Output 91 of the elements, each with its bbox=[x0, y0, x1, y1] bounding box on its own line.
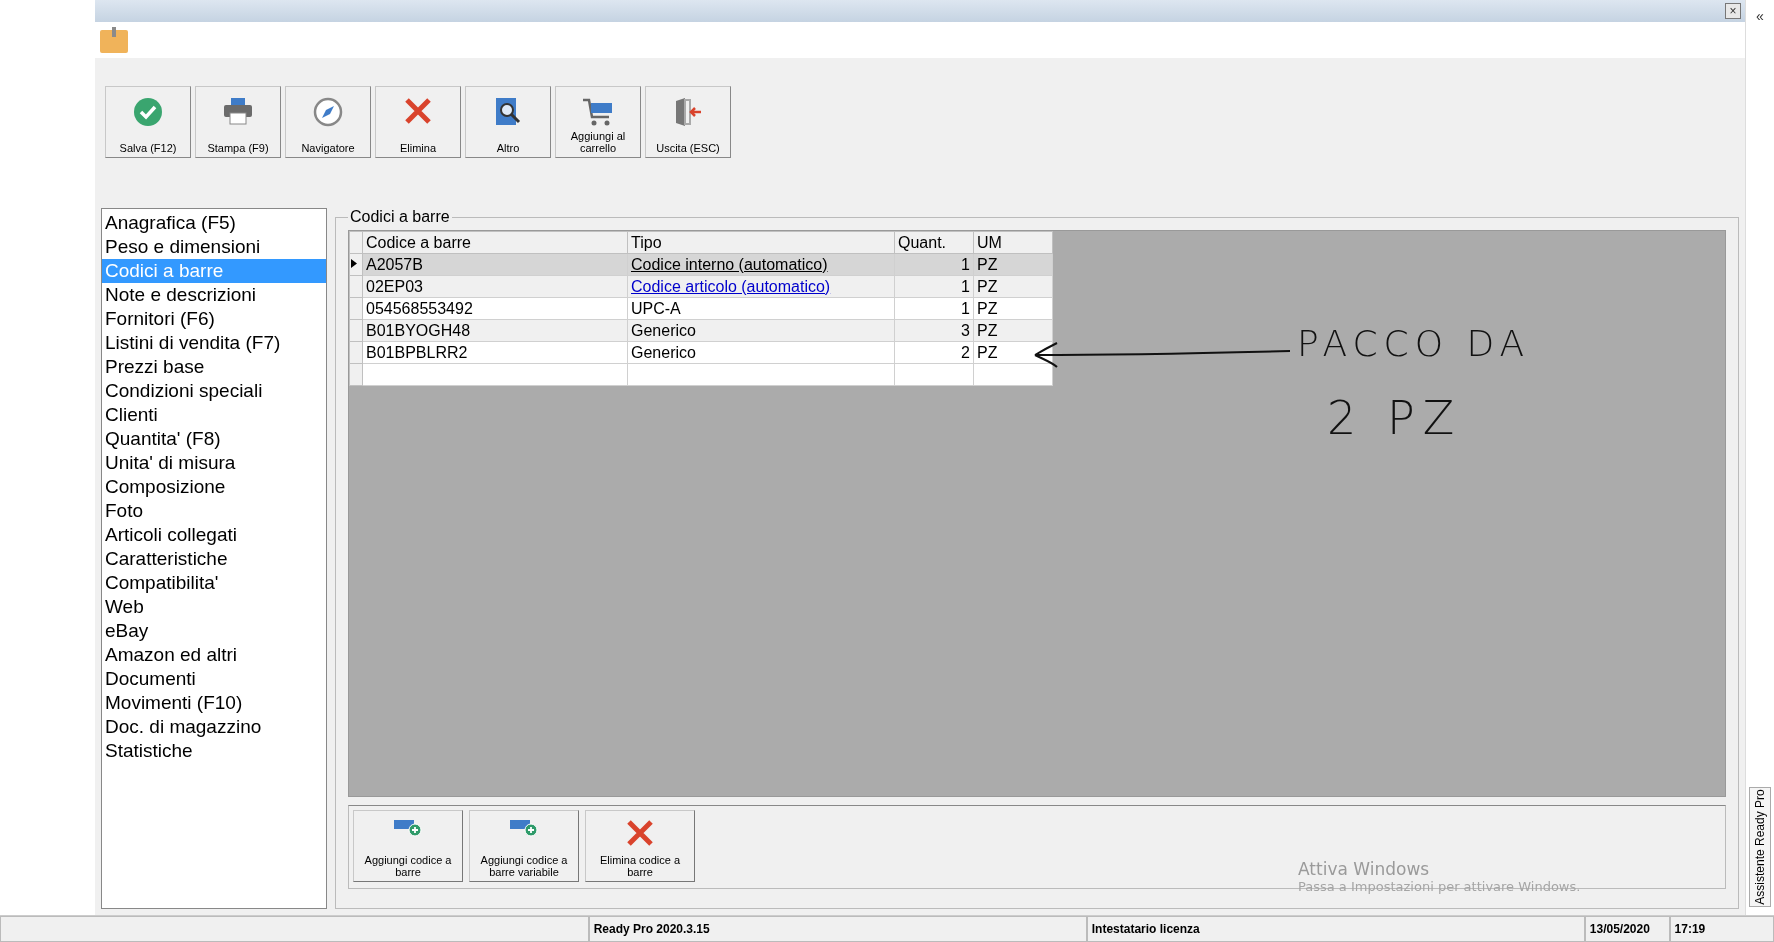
toolbar-button[interactable]: Altro bbox=[465, 86, 551, 158]
table-cell: Codice interno (automatico) bbox=[627, 253, 895, 276]
box-icon bbox=[99, 26, 129, 54]
section-item[interactable]: Caratteristiche bbox=[102, 547, 326, 571]
section-item[interactable]: Clienti bbox=[102, 403, 326, 427]
section-item[interactable]: Web bbox=[102, 595, 326, 619]
section-item[interactable]: Prezzi base bbox=[102, 355, 326, 379]
table-cell: 1 bbox=[894, 297, 974, 320]
table-cell: B01BYOGH48 bbox=[362, 319, 628, 342]
book-search-icon bbox=[494, 97, 522, 127]
handwritten-note: 2 PZ bbox=[1327, 391, 1463, 445]
toolbar-button[interactable]: Salva (F12) bbox=[105, 86, 191, 158]
table-cell: B01BPBLRR2 bbox=[362, 341, 628, 364]
table-cell: PZ bbox=[973, 319, 1053, 342]
table-cell: A2057B bbox=[362, 253, 628, 276]
toolbar-button[interactable]: Navigatore bbox=[285, 86, 371, 158]
section-item[interactable]: Doc. di magazzino bbox=[102, 715, 326, 739]
section-item[interactable]: Amazon ed altri bbox=[102, 643, 326, 667]
toolbar-button[interactable]: Stampa (F9) bbox=[195, 86, 281, 158]
action-button[interactable]: Elimina codice a barre bbox=[585, 810, 695, 882]
section-item[interactable]: Composizione bbox=[102, 475, 326, 499]
collapse-button[interactable]: « bbox=[1756, 0, 1764, 24]
assistant-tab[interactable]: Assistente Ready Pro bbox=[1749, 787, 1771, 907]
section-item[interactable]: Articoli collegati bbox=[102, 523, 326, 547]
row-header bbox=[349, 231, 363, 254]
activation-title: Attiva Windows bbox=[1298, 859, 1430, 879]
current-row-icon bbox=[351, 259, 357, 268]
section-item[interactable]: Anagrafica (F5) bbox=[102, 211, 326, 235]
column-header[interactable]: Codice a barre bbox=[362, 231, 628, 254]
table-cell: Generico bbox=[627, 319, 895, 342]
exit-door-icon bbox=[673, 97, 703, 127]
section-item[interactable]: eBay bbox=[102, 619, 326, 643]
table-row[interactable]: 02EP03 Codice articolo (automatico) 1 PZ bbox=[349, 275, 1053, 298]
toolbar-button[interactable]: Aggiungi al carrello bbox=[555, 86, 641, 158]
table-cell: UPC-A bbox=[627, 297, 895, 320]
activation-text: Passa a Impostazioni per attivare Windows. bbox=[1298, 879, 1581, 894]
toolbar-button[interactable]: Uscita (ESC) bbox=[645, 86, 731, 158]
compass-icon bbox=[313, 97, 343, 127]
table-cell: 3 bbox=[894, 319, 974, 342]
handwritten-note: PACCO DA bbox=[1297, 323, 1531, 364]
status-text: 17:19 bbox=[1669, 916, 1774, 942]
row-header bbox=[349, 275, 363, 298]
status-text: 13/05/2020 bbox=[1584, 916, 1670, 942]
status-text: Ready Pro 2020.3.15 bbox=[588, 916, 1087, 942]
section-item[interactable]: Documenti bbox=[102, 667, 326, 691]
table-cell: PZ bbox=[973, 253, 1053, 276]
section-item[interactable]: Fornitori (F6) bbox=[102, 307, 326, 331]
action-button[interactable]: Aggiungi codice a barre variabile bbox=[469, 810, 579, 882]
cross-icon bbox=[404, 97, 432, 125]
section-item[interactable]: Condizioni speciali bbox=[102, 379, 326, 403]
toolbar-button[interactable]: Elimina bbox=[375, 86, 461, 158]
table-cell: PZ bbox=[973, 341, 1053, 364]
section-item[interactable]: Movimenti (F10) bbox=[102, 691, 326, 715]
table-cell: 1 bbox=[894, 253, 974, 276]
section-item[interactable]: Unita' di misura bbox=[102, 451, 326, 475]
cross-icon bbox=[626, 819, 654, 847]
table-row[interactable]: B01BPBLRR2 Generico 2 PZ bbox=[349, 341, 1053, 364]
column-header[interactable]: UM bbox=[973, 231, 1053, 254]
table-cell: 02EP03 bbox=[362, 275, 628, 298]
row-header bbox=[349, 319, 363, 342]
table-cell: 1 bbox=[894, 275, 974, 298]
add-barcode-icon bbox=[509, 819, 539, 837]
table-row[interactable]: 054568553492 UPC-A 1 PZ bbox=[349, 297, 1053, 320]
status-text: Intestatario licenza bbox=[1086, 916, 1585, 942]
cart-icon bbox=[582, 97, 614, 127]
add-barcode-icon bbox=[393, 819, 423, 837]
table-cell: PZ bbox=[973, 297, 1053, 320]
section-item[interactable]: Note e descrizioni bbox=[102, 283, 326, 307]
table-cell: PZ bbox=[973, 275, 1053, 298]
column-header[interactable]: Tipo bbox=[627, 231, 895, 254]
close-button[interactable]: × bbox=[1725, 3, 1741, 19]
section-item[interactable]: Foto bbox=[102, 499, 326, 523]
table-cell: 2 bbox=[894, 341, 974, 364]
table-row[interactable]: B01BYOGH48 Generico 3 PZ bbox=[349, 319, 1053, 342]
section-item[interactable]: Compatibilita' bbox=[102, 571, 326, 595]
action-button[interactable]: Aggiungi codice a barre bbox=[353, 810, 463, 882]
table-cell: Generico bbox=[627, 341, 895, 364]
row-header bbox=[349, 341, 363, 364]
type-link[interactable]: Codice articolo (automatico) bbox=[627, 275, 895, 298]
section-item[interactable]: Peso e dimensioni bbox=[102, 235, 326, 259]
column-header[interactable]: Quant. bbox=[894, 231, 974, 254]
printer-icon bbox=[223, 97, 253, 125]
row-header bbox=[349, 363, 363, 386]
table-cell: 054568553492 bbox=[362, 297, 628, 320]
section-item[interactable]: Statistiche bbox=[102, 739, 326, 763]
table-row[interactable]: A2057B Codice interno (automatico) 1 PZ bbox=[349, 253, 1053, 276]
group-title: Codici a barre bbox=[349, 208, 451, 226]
check-icon bbox=[133, 97, 163, 127]
row-header bbox=[349, 297, 363, 320]
section-item[interactable]: Quantita' (F8) bbox=[102, 427, 326, 451]
section-item[interactable]: Listini di vendita (F7) bbox=[102, 331, 326, 355]
